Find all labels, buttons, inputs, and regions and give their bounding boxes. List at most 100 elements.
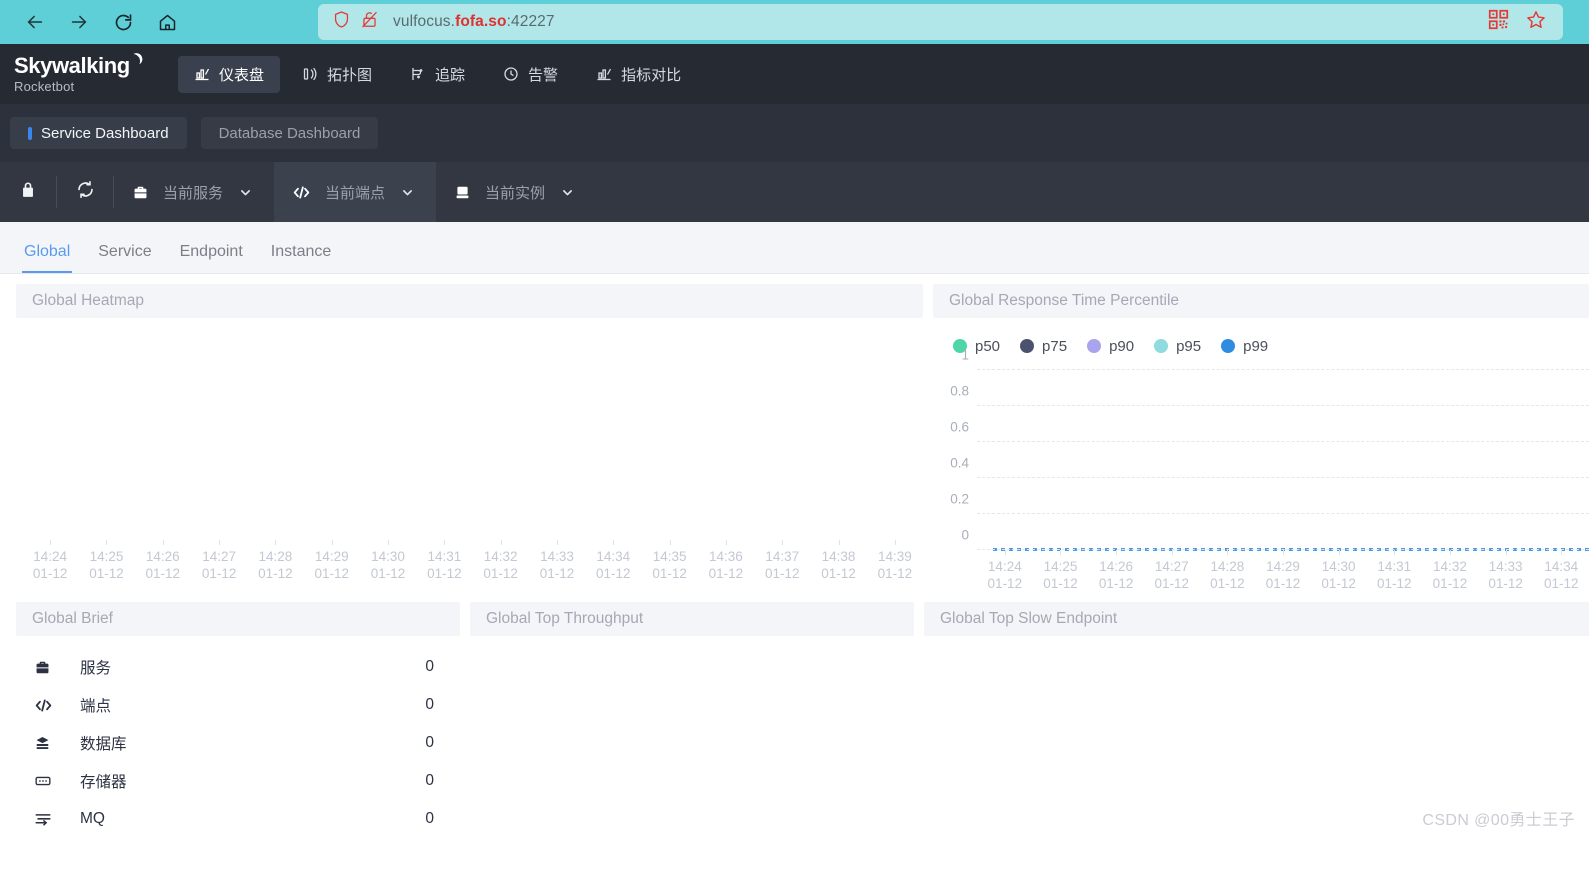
forward-arrow-icon — [68, 11, 90, 33]
tab-service-dashboard[interactable]: Service Dashboard — [10, 117, 187, 149]
skywalking-logo[interactable]: Skywalking Rocketbot — [14, 53, 152, 93]
url-text: vulfocus. fofa.so:42227 — [393, 13, 555, 31]
axis-tick: 14:38 01-12 — [810, 540, 866, 584]
axis-tick: 14:36 01-12 — [698, 540, 754, 584]
nav-item-dashboard[interactable]: 仪表盘 — [178, 55, 281, 93]
y-axis-tick: 0.2 — [950, 491, 969, 507]
heatmap-plot-area[interactable] — [16, 318, 923, 540]
throughput-plot-area[interactable] — [470, 636, 914, 836]
y-axis-tick: 0.8 — [950, 383, 969, 399]
brief-label: 服务 — [80, 660, 112, 677]
lock-button[interactable] — [0, 162, 56, 222]
home-button[interactable] — [150, 5, 184, 39]
brief-row: 端点 0 — [34, 686, 460, 724]
panel-title: Global Response Time Percentile — [933, 284, 1589, 318]
nav-item-trace[interactable]: 追踪 — [394, 56, 481, 93]
axis-tick: 14:32 01-12 — [1422, 550, 1478, 594]
selector-current-endpoint[interactable]: 当前端点 — [274, 162, 436, 222]
legend-item-p95[interactable]: p95 — [1154, 338, 1201, 355]
sub-tab-instance[interactable]: Instance — [259, 243, 343, 273]
tab-database-dashboard[interactable]: Database Dashboard — [200, 117, 379, 149]
main-nav: 仪表盘 拓扑图 追踪 告警 指标对比 — [178, 55, 697, 93]
alarm-clock-icon — [503, 66, 519, 82]
sub-tab-service[interactable]: Service — [86, 243, 163, 273]
url-bar-icons — [332, 10, 379, 34]
dashboard-content: Global Heatmap 14:24 01-12 14:25 01-12 14:26… — [0, 274, 1589, 838]
legend-color-swatch — [1020, 339, 1035, 353]
panel-title: Global Top Throughput — [470, 602, 914, 636]
y-axis-tick: 0 — [961, 527, 969, 543]
selector-label: 当前服务 — [163, 184, 224, 202]
brief-row: 存储器 0 — [34, 762, 460, 800]
brief-label: 存储器 — [80, 774, 127, 791]
percentile-y-axis: 0 0.2 0.4 0.6 0.8 1 — [933, 348, 969, 550]
nav-label: 追踪 — [435, 66, 466, 84]
axis-tick: 14:33 01-12 — [1478, 550, 1534, 594]
axis-tick: 14:27 01-12 — [191, 540, 247, 584]
shield-icon[interactable] — [332, 10, 351, 34]
compare-chart-icon — [596, 66, 612, 82]
panel-global-brief: Global Brief 服务 0 端点 0 数据库 0 存储器 0 MQ 0 — [16, 602, 460, 838]
nav-label: 仪表盘 — [219, 66, 265, 84]
axis-tick: 14:26 01-12 — [1088, 550, 1144, 594]
legend-item-p50[interactable]: p50 — [953, 338, 1000, 355]
axis-tick: 14:25 01-12 — [78, 540, 134, 584]
panel-response-time-percentile: Global Response Time Percentile p50 p75 p9… — [933, 284, 1589, 594]
nav-item-topology[interactable]: 拓扑图 — [286, 56, 388, 93]
nav-item-compare[interactable]: 指标对比 — [580, 56, 697, 93]
sub-tab-endpoint[interactable]: Endpoint — [168, 243, 255, 273]
heatmap-x-axis: 14:24 01-12 14:25 01-12 14:26 01-12 14:27 01-12… — [16, 540, 923, 584]
chevron-down-icon — [401, 186, 414, 199]
selector-current-service[interactable]: 当前服务 — [114, 162, 274, 222]
brief-row: 服务 0 — [34, 648, 460, 686]
tab-label: Service Dashboard — [41, 124, 169, 142]
home-icon — [157, 12, 178, 33]
legend-label: p95 — [1176, 337, 1202, 355]
broken-lock-icon[interactable] — [360, 10, 379, 34]
reload-icon — [113, 12, 134, 33]
url-bar[interactable]: vulfocus. fofa.so:42227 — [318, 4, 1563, 40]
sub-tab-bar: Global Service Endpoint Instance — [0, 222, 1589, 274]
percentile-x-axis: 14:24 01-12 14:25 01-12 14:26 01-12 14:27 01-12… — [933, 550, 1589, 594]
browser-nav-buttons — [18, 5, 184, 39]
brief-value: 0 — [425, 810, 434, 827]
grid-line — [977, 477, 1589, 478]
server-icon — [454, 184, 471, 201]
selector-label: 当前端点 — [325, 184, 386, 202]
qr-code-icon[interactable] — [1488, 9, 1509, 35]
briefcase-icon — [34, 659, 68, 676]
sync-icon — [76, 180, 95, 204]
dashboard-tab-bar: Service Dashboard Database Dashboard — [0, 104, 1589, 162]
brief-label: MQ — [80, 810, 105, 827]
legend-item-p75[interactable]: p75 — [1020, 338, 1067, 355]
nav-item-alarm[interactable]: 告警 — [487, 56, 574, 93]
back-button[interactable] — [18, 5, 52, 39]
reload-button[interactable] — [106, 5, 140, 39]
chevron-down-icon — [561, 186, 574, 199]
top-panel-row: Global Heatmap 14:24 01-12 14:25 01-12 14:26… — [0, 274, 1589, 594]
legend-label: p99 — [1243, 337, 1269, 355]
forward-button[interactable] — [62, 5, 96, 39]
axis-tick: 14:24 01-12 — [22, 540, 78, 584]
legend-color-swatch — [1221, 339, 1236, 353]
axis-tick: 14:31 01-12 — [416, 540, 472, 584]
legend-item-p90[interactable]: p90 — [1087, 338, 1134, 355]
sub-tab-global[interactable]: Global — [12, 243, 82, 273]
reload-button[interactable] — [57, 162, 113, 222]
selector-current-instance[interactable]: 当前实例 — [436, 162, 596, 222]
axis-tick: 14:31 01-12 — [1366, 550, 1422, 594]
code-icon — [292, 183, 311, 202]
chart-icon — [194, 66, 210, 82]
percentile-plot-area[interactable]: 0 0.2 0.4 0.6 0.8 1 — [933, 348, 1589, 551]
axis-tick: 14:26 01-12 — [135, 540, 191, 584]
axis-tick: 14:29 01-12 — [304, 540, 360, 584]
legend-label: p90 — [1109, 337, 1135, 355]
app-header: Skywalking Rocketbot 仪表盘 拓扑图 追踪 告警 指标对比 — [0, 44, 1589, 104]
grid-line — [977, 441, 1589, 442]
legend-item-p99[interactable]: p99 — [1221, 338, 1268, 355]
lock-icon — [19, 181, 37, 204]
chevron-down-icon — [239, 186, 252, 199]
brief-value: 0 — [425, 658, 434, 675]
tab-label: Database Dashboard — [218, 124, 361, 142]
star-icon[interactable] — [1525, 9, 1547, 36]
